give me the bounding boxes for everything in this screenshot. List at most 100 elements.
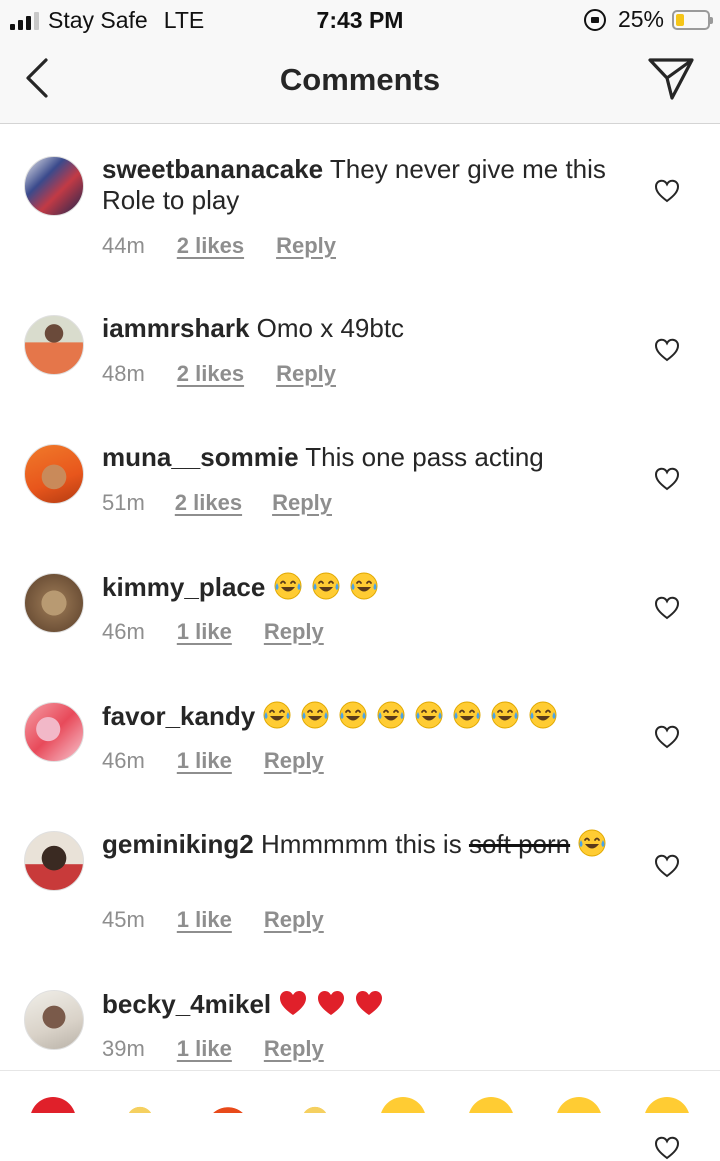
likes-link[interactable]: 2 likes bbox=[177, 233, 244, 259]
like-heart-icon[interactable] bbox=[654, 595, 680, 621]
avatar[interactable] bbox=[24, 702, 84, 762]
tears-of-joy-emoji-icon bbox=[301, 701, 329, 729]
comment-text: favor_kandy bbox=[102, 700, 622, 732]
battery-percent: 25% bbox=[617, 6, 664, 32]
comment-meta: 46m 1 like Reply bbox=[102, 619, 324, 645]
avatar[interactable] bbox=[24, 831, 84, 891]
tears-of-joy-emoji-icon bbox=[529, 701, 557, 729]
tears-of-joy-emoji-icon bbox=[312, 572, 340, 600]
face-reaction-icon[interactable] bbox=[644, 1097, 690, 1113]
share-button[interactable] bbox=[646, 54, 696, 104]
comment-time: 45m bbox=[102, 907, 145, 932]
status-bar: Stay Safe LTE 7:43 PM 25% bbox=[0, 0, 720, 40]
reply-link[interactable]: Reply bbox=[264, 1036, 324, 1062]
face-reaction-icon[interactable] bbox=[468, 1097, 514, 1113]
back-button[interactable] bbox=[20, 56, 60, 100]
reply-link[interactable]: Reply bbox=[264, 619, 324, 645]
reply-link[interactable]: Reply bbox=[264, 748, 324, 774]
page-title: Comments bbox=[279, 62, 441, 97]
comment-text: geminiking2 Hmmmmm this is soft porn bbox=[102, 828, 622, 860]
tears-of-joy-emoji-icon bbox=[339, 701, 367, 729]
like-heart-icon[interactable] bbox=[654, 337, 680, 363]
tears-of-joy-emoji-icon bbox=[263, 701, 291, 729]
comment-meta: 48m 2 likes Reply bbox=[102, 361, 336, 387]
like-heart-icon[interactable] bbox=[654, 853, 680, 879]
avatar[interactable] bbox=[24, 573, 84, 633]
face-reaction-icon[interactable] bbox=[556, 1097, 602, 1113]
comment-username[interactable]: becky_4mikel bbox=[102, 989, 271, 1019]
tears-of-joy-emoji-icon bbox=[578, 829, 606, 857]
comment-meta: 51m 2 likes Reply bbox=[102, 490, 332, 516]
comment-meta: 39m 1 like Reply bbox=[102, 1036, 324, 1062]
tears-of-joy-emoji-icon bbox=[274, 572, 302, 600]
chevron-left-icon bbox=[26, 58, 48, 98]
tears-of-joy-emoji-icon bbox=[350, 572, 378, 600]
comment-username[interactable]: iammrshark bbox=[102, 313, 249, 343]
like-heart-icon[interactable] bbox=[654, 724, 680, 750]
comment-time: 51m bbox=[102, 490, 145, 515]
reply-link[interactable]: Reply bbox=[272, 490, 332, 516]
comment-username[interactable]: geminiking2 bbox=[102, 829, 254, 859]
tears-of-joy-emoji-icon bbox=[453, 701, 481, 729]
orientation-lock-icon bbox=[583, 8, 606, 31]
comment-emoji-row bbox=[278, 989, 392, 1019]
battery-icon bbox=[672, 9, 713, 30]
likes-link[interactable]: 2 likes bbox=[175, 490, 242, 516]
comment-text: kimmy_place bbox=[102, 571, 622, 603]
clapping-reaction-icon[interactable] bbox=[117, 1097, 163, 1113]
red-heart-emoji-icon bbox=[356, 991, 383, 1015]
heart-reaction-icon[interactable] bbox=[30, 1097, 76, 1113]
status-right: 25% bbox=[583, 6, 713, 33]
comment-time: 44m bbox=[102, 233, 145, 258]
comment-username[interactable]: sweetbananacake bbox=[102, 154, 323, 184]
comment-text: muna__sommie This one pass acting bbox=[102, 442, 622, 473]
like-heart-icon[interactable] bbox=[654, 178, 680, 204]
red-heart-emoji-icon bbox=[280, 991, 307, 1015]
likes-link[interactable]: 1 like bbox=[177, 748, 232, 774]
raised-hands-reaction-icon[interactable] bbox=[292, 1097, 338, 1113]
comment-body: Omo x 49btc bbox=[256, 313, 405, 343]
comment-body: Hmmmmm this is bbox=[260, 829, 462, 859]
tears-of-joy-emoji-icon bbox=[491, 701, 519, 729]
tears-of-joy-emoji-icon bbox=[415, 701, 443, 729]
likes-link[interactable]: 2 likes bbox=[177, 361, 244, 387]
comment-emoji-row bbox=[273, 572, 387, 602]
reply-link[interactable]: Reply bbox=[276, 233, 336, 259]
comment-username[interactable]: muna__sommie bbox=[102, 442, 299, 472]
paper-plane-icon bbox=[648, 58, 694, 100]
reply-link[interactable]: Reply bbox=[264, 907, 324, 933]
comment-emoji-row bbox=[577, 829, 615, 859]
comment-time: 48m bbox=[102, 361, 145, 386]
comment-body: This one pass acting bbox=[305, 442, 544, 472]
comment-time: 46m bbox=[102, 619, 145, 644]
comment-meta: 45m 1 like Reply bbox=[102, 907, 324, 933]
quick-reaction-bar bbox=[0, 1070, 720, 1113]
comment-username[interactable]: kimmy_place bbox=[102, 572, 265, 602]
avatar[interactable] bbox=[24, 315, 84, 375]
face-reaction-icon[interactable] bbox=[380, 1097, 426, 1113]
avatar[interactable] bbox=[24, 444, 84, 504]
comment-time: 39m bbox=[102, 1036, 145, 1061]
comment-meta: 46m 1 like Reply bbox=[102, 748, 324, 774]
likes-link[interactable]: 1 like bbox=[177, 907, 232, 933]
comment-time: 46m bbox=[102, 748, 145, 773]
navigation-bar: Comments bbox=[0, 40, 720, 124]
comment-text: sweetbananacake They never give me this … bbox=[102, 154, 622, 216]
avatar[interactable] bbox=[24, 990, 84, 1050]
comment-text: iammrshark Omo x 49btc bbox=[102, 313, 622, 344]
avatar[interactable] bbox=[24, 156, 84, 216]
like-heart-icon[interactable] bbox=[654, 466, 680, 492]
comment-emoji-row bbox=[262, 701, 566, 731]
comment-text: becky_4mikel bbox=[102, 988, 622, 1020]
comment-meta: 44m 2 likes Reply bbox=[102, 233, 336, 259]
red-heart-emoji-icon bbox=[318, 991, 345, 1015]
like-heart-icon[interactable] bbox=[654, 1135, 680, 1161]
battery-fill bbox=[676, 13, 684, 26]
comment-username[interactable]: favor_kandy bbox=[102, 701, 255, 731]
struck-text: soft porn bbox=[468, 829, 571, 859]
likes-link[interactable]: 1 like bbox=[177, 619, 232, 645]
reply-link[interactable]: Reply bbox=[276, 361, 336, 387]
likes-link[interactable]: 1 like bbox=[177, 1036, 232, 1062]
fire-reaction-icon[interactable] bbox=[205, 1097, 251, 1113]
tears-of-joy-emoji-icon bbox=[377, 701, 405, 729]
